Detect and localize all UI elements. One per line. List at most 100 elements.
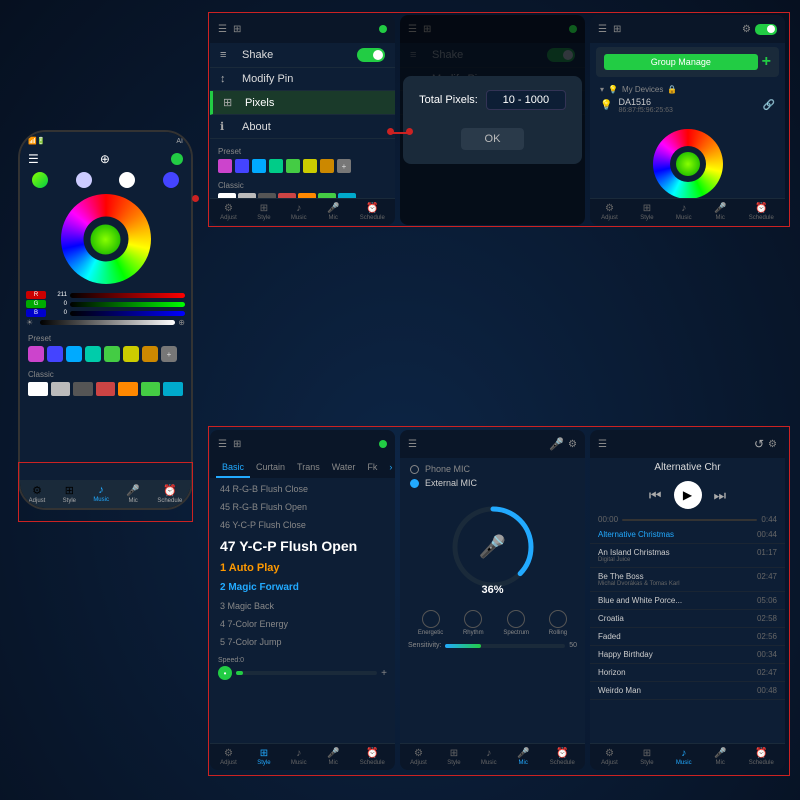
classic-white[interactable] [28,382,48,396]
energy-energetic[interactable]: Energetic [418,610,443,636]
right-menu-icon[interactable]: ☰ [598,24,607,35]
phone-header[interactable]: ☰ ⊕ [20,150,191,168]
brn-schedule[interactable]: ⏰Schedule [749,748,774,766]
color-dot-light[interactable] [76,172,92,188]
classic-teal[interactable] [163,382,183,396]
phone-mic-radio[interactable] [410,465,419,474]
bm-gear-icon[interactable]: ⚙ [568,439,577,450]
color-wheel-container[interactable] [20,194,191,284]
bl-menu-icon[interactable]: ☰ [218,439,227,450]
classic-red[interactable] [96,382,116,396]
swatch-3[interactable] [252,159,266,173]
song-faded[interactable]: Faded 02:56 [590,628,785,646]
energy-rhythm[interactable]: Rhythm [463,610,484,636]
shake-toggle[interactable] [357,48,385,62]
g-slider[interactable] [70,302,185,307]
speed-slider[interactable] [236,671,377,675]
music-item-45[interactable]: 45 R-G-B Flush Open [210,498,395,516]
tune-icon[interactable]: ⊕ [100,152,110,166]
classic-green[interactable] [141,382,161,396]
right-wheel-area[interactable] [590,121,785,207]
tab-trans[interactable]: Trans [291,458,326,478]
music-item-46[interactable]: 46 Y-C-P Flush Close [210,516,395,534]
grid-icon[interactable]: ⊞ [233,24,241,35]
phone-mic-option[interactable]: Phone MIC [410,464,575,474]
pnav-music[interactable]: ♪Music [291,203,307,221]
pnav-style[interactable]: ⊞Style [257,203,270,221]
group-manage-row[interactable]: Group Manage + [596,47,779,77]
pnav-schedule[interactable]: ⏰Schedule [360,203,385,221]
color-dot-blue[interactable] [163,172,179,188]
right-grid-icon[interactable]: ⊞ [613,24,621,35]
color-dot-green[interactable] [32,172,48,188]
right-toggle[interactable] [755,24,777,35]
prev-btn[interactable]: ⏮ [649,487,662,504]
bln-mic[interactable]: 🎤Mic [327,748,339,766]
tab-curtain[interactable]: Curtain [250,458,291,478]
music-item-1-autoplay[interactable]: 1 Auto Play [210,558,395,578]
menu-shake[interactable]: ≡ Shake [210,43,395,68]
color-wheel[interactable] [61,194,151,284]
bln-music[interactable]: ♪Music [291,748,307,766]
music-item-47[interactable]: 47 Y-C-P Flush Open [210,534,395,558]
brightness-slider[interactable] [40,320,175,325]
bm-mic-icon[interactable]: 🎤 [549,437,564,451]
nav-mic[interactable]: 🎤 Mic [126,484,140,504]
swatch-4[interactable] [269,159,283,173]
bmn-music[interactable]: ♪Music [481,748,497,766]
pnav-adjust[interactable]: ⚙Adjust [220,203,237,221]
bln-schedule[interactable]: ⏰Schedule [360,748,385,766]
nav-schedule[interactable]: ⏰ Schedule [157,484,182,504]
classic-orange[interactable] [118,382,138,396]
group-plus-btn[interactable]: + [762,53,771,71]
preset-color-more[interactable]: + [161,346,177,362]
music-item-5[interactable]: 5 7-Color Jump [210,633,395,651]
energy-spectrum[interactable]: Spectrum [503,610,529,636]
swatch-more[interactable]: + [337,159,351,173]
pnav-mic[interactable]: 🎤Mic [327,203,339,221]
menu-modify-pin[interactable]: ↕ Modify Pin [210,68,395,91]
swatch-2[interactable] [235,159,249,173]
tab-fk[interactable]: Fk [361,458,383,478]
preset-color-4[interactable] [85,346,101,362]
bm-menu-icon[interactable]: ☰ [408,439,417,450]
preset-color-5[interactable] [104,346,120,362]
music-item-44[interactable]: 44 R-G-B Flush Close [210,480,395,498]
classic-dark[interactable] [73,382,93,396]
brn-style[interactable]: ⊞Style [640,748,653,766]
swatch-1[interactable] [218,159,232,173]
r-slider[interactable] [70,293,185,298]
bmn-schedule[interactable]: ⏰Schedule [550,748,575,766]
speed-plus[interactable]: + [381,668,387,679]
menu-icon[interactable]: ☰ [218,24,227,35]
nav-style[interactable]: ⊞ Style [63,484,76,504]
device-row[interactable]: 💡 DA1516 86:87:f5:96:25:63 🔗 [600,94,775,117]
brn-mic[interactable]: 🎤Mic [714,748,726,766]
menu-about[interactable]: ℹ About [210,115,395,139]
preset-color-3[interactable] [66,346,82,362]
sensitivity-track[interactable] [445,644,565,648]
external-mic-radio[interactable] [410,479,419,488]
nav-adjust[interactable]: ⚙ Adjust [29,484,46,504]
song-island-christmas[interactable]: An Island Christmas Digital Juice 01:17 [590,544,785,568]
energy-rolling[interactable]: Rolling [549,610,567,636]
music-item-3[interactable]: 3 Magic Back [210,597,395,615]
br-gear-icon[interactable]: ⚙ [768,439,777,450]
external-mic-option[interactable]: External MIC [410,478,575,488]
pixels-input[interactable] [486,90,566,110]
bl-grid-icon[interactable]: ⊞ [233,439,241,450]
brn-music[interactable]: ♪Music [676,748,692,766]
rn-adjust[interactable]: ⚙Adjust [601,203,618,221]
swatch-7[interactable] [320,159,334,173]
tab-basic[interactable]: Basic [216,458,250,478]
br-repeat-icon[interactable]: ↺ [754,437,764,451]
time-track[interactable] [622,519,757,521]
bmn-style[interactable]: ⊞Style [447,748,460,766]
bln-style[interactable]: ⊞Style [257,748,270,766]
music-item-2-magic[interactable]: 2 Magic Forward [210,578,395,597]
song-happy-birthday[interactable]: Happy Birthday 00:34 [590,646,785,664]
bln-adjust[interactable]: ⚙Adjust [220,748,237,766]
b-slider[interactable] [70,311,185,316]
swatch-6[interactable] [303,159,317,173]
play-btn[interactable]: ▶ [674,481,702,509]
